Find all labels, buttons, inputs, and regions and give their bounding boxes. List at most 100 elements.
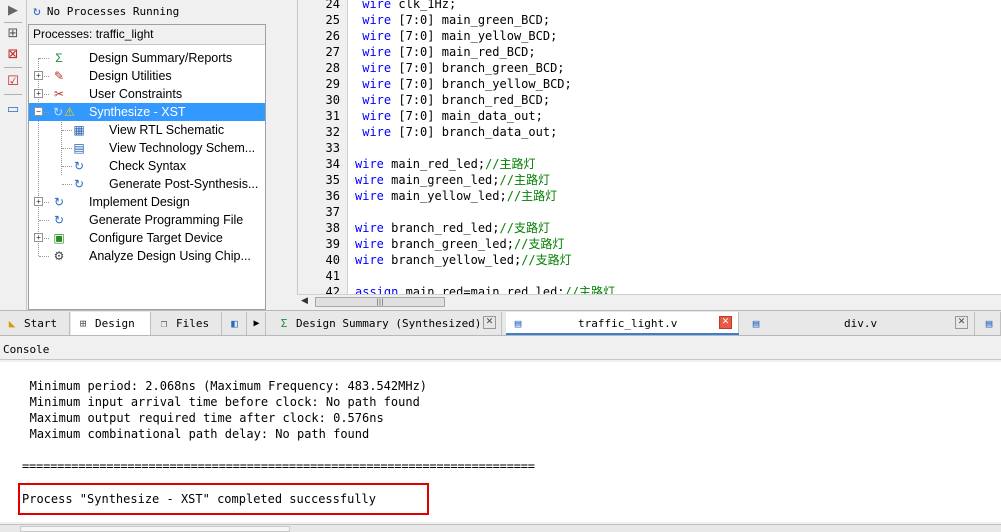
process-item-label: Implement Design [89, 195, 190, 209]
process-item[interactable]: + ▣ Configure Target Device [29, 229, 265, 247]
process-item[interactable]: ⚙ Analyze Design Using Chip... [29, 247, 265, 265]
process-item[interactable]: ▦ View RTL Schematic [29, 121, 265, 139]
line-number: 29 [325, 77, 340, 91]
code-line[interactable]: wire branch_yellow_led;//支路灯 [355, 252, 572, 268]
code-line[interactable]: wire [7:0] branch_red_BCD; [355, 92, 550, 108]
expand-icon[interactable]: + [34, 233, 43, 242]
tab-start[interactable]: ◣ Start [0, 312, 70, 335]
editor-horizontal-scrollbar[interactable]: ◀ ||| [297, 294, 1001, 308]
tab-overflow[interactable]: ◧ [223, 312, 247, 335]
code-text: [7:0] main_red_BCD; [391, 45, 536, 59]
code-line[interactable]: wire [7:0] main_data_out; [355, 108, 543, 124]
tab-traffic-light[interactable]: ▤ traffic_light.v [506, 312, 739, 335]
expand-icon[interactable]: + [34, 197, 43, 206]
process-item[interactable]: + ✎ Design Utilities [29, 67, 265, 85]
window-icon[interactable]: ▭ [4, 100, 22, 118]
line-number: 30 [325, 93, 340, 107]
code-line[interactable]: wire [7:0] branch_green_BCD; [355, 60, 564, 76]
active-tab-indicator [506, 333, 739, 335]
line-number: 40 [325, 253, 340, 267]
console-header: Console [0, 342, 1001, 360]
code-line[interactable]: wire [7:0] main_green_BCD; [355, 12, 550, 28]
refresh-icon: ↻ [53, 195, 65, 209]
code-line[interactable]: wire [7:0] main_yellow_BCD; [355, 28, 557, 44]
code-line[interactable]: wire [7:0] main_red_BCD; [355, 44, 536, 60]
vertical-toolbar: ▶ ⊞ ⊠ ☑ ▭ [0, 0, 27, 310]
hierarchy-icon[interactable]: ⊞ [4, 24, 22, 42]
tab-design-label: Design [95, 317, 135, 330]
code-comment: //支路灯 [521, 253, 572, 267]
code-line[interactable]: wire clk_1Hz; [355, 0, 456, 12]
code-comment: //支路灯 [499, 221, 550, 235]
expand-icon[interactable]: + [34, 71, 43, 80]
code-line[interactable]: wire main_yellow_led;//主路灯 [355, 188, 557, 204]
expand-icon[interactable]: + [34, 89, 43, 98]
process-item-label: Check Syntax [109, 159, 187, 173]
code-text: [7:0] main_yellow_BCD; [391, 29, 558, 43]
close-traffic-light-icon[interactable]: ✕ [719, 316, 732, 329]
tab-more[interactable]: ▤ [978, 312, 1001, 335]
tab-div[interactable]: ▤ div.v [744, 312, 975, 335]
scrollbar-thumb[interactable] [20, 526, 290, 532]
process-item-label: Design Utilities [89, 69, 172, 83]
tabs-bar: ◣ Start ⊞ Design ❐ Files ◧ ▶ Σ Design Su… [0, 310, 1001, 336]
scrollbar-thumb[interactable]: ||| [315, 297, 445, 307]
code-text: main_red_led; [383, 157, 486, 171]
remove-hierarchy-icon[interactable]: ⊠ [4, 45, 22, 63]
code-line[interactable]: wire main_red_led;//主路灯 [355, 156, 536, 172]
process-item-label: Design Summary/Reports [89, 51, 233, 65]
close-design-summary-icon[interactable]: ✕ [483, 316, 496, 329]
toolbar-separator [4, 22, 22, 23]
process-item-label: Generate Programming File [89, 213, 244, 227]
code-keyword: wire [362, 45, 392, 59]
process-item-label: Configure Target Device [89, 231, 223, 245]
process-item[interactable]: Σ Design Summary/Reports [29, 49, 265, 67]
line-number: 28 [325, 61, 340, 75]
code-keyword: wire [355, 253, 384, 267]
tools-icon: ✎ [53, 69, 65, 83]
code-line[interactable]: wire [7:0] branch_data_out; [355, 124, 557, 140]
play-icon[interactable]: ▶ [4, 1, 22, 19]
tab-files[interactable]: ❐ Files [152, 312, 222, 335]
line-number: 37 [325, 205, 340, 219]
process-item[interactable]: ▤ View Technology Schem... [29, 139, 265, 157]
process-item[interactable]: ↻ Generate Programming File [29, 211, 265, 229]
code-line[interactable]: wire branch_green_led;//支路灯 [355, 236, 564, 252]
refresh-icon: ↻ [33, 3, 41, 19]
code-text: [7:0] main_data_out; [391, 109, 543, 123]
console-line: Maximum combinational path delay: No pat… [8, 427, 370, 441]
code-line[interactable]: wire main_green_led;//主路灯 [355, 172, 550, 188]
tab-design[interactable]: ⊞ Design [71, 312, 151, 335]
code-line[interactable]: wire branch_red_led;//支路灯 [355, 220, 550, 236]
code-text: branch_green_led; [383, 237, 514, 251]
code-keyword: wire [355, 189, 384, 203]
tab-design-summary[interactable]: Σ Design Summary (Synthesized) [272, 312, 502, 335]
libraries-icon: ◧ [231, 317, 238, 330]
check-list-icon[interactable]: ☑ [4, 72, 22, 90]
tree-connector [39, 256, 49, 257]
scroll-left-icon[interactable]: ◀ [301, 296, 308, 306]
collapse-icon[interactable]: − [34, 107, 43, 116]
line-number: 34 [325, 157, 340, 171]
code-comment: //支路灯 [513, 237, 565, 251]
refresh-icon: ↻ [73, 159, 85, 173]
file-icon: ▤ [985, 317, 993, 330]
code-line[interactable]: wire [7:0] branch_yellow_BCD; [355, 76, 572, 92]
close-div-icon[interactable]: ✕ [955, 316, 968, 329]
code-text: branch_red_led; [383, 221, 500, 235]
process-item[interactable]: + ✂ User Constraints [29, 85, 265, 103]
process-item[interactable]: ↻ Generate Post-Synthesis... [29, 175, 265, 193]
processes-header: Processes: traffic_light [29, 25, 265, 45]
tab-scroll-right[interactable]: ▶ [248, 312, 266, 335]
code-keyword: wire [362, 109, 392, 123]
process-item[interactable]: ↻ Check Syntax [29, 157, 265, 175]
file-icon: ▤ [514, 317, 522, 330]
code-editor[interactable]: 24 wire clk_1Hz; 25 wire [7:0] main_green… [297, 0, 1001, 296]
process-item[interactable]: + ↻ Implement Design [29, 193, 265, 211]
process-item-label: User Constraints [89, 87, 183, 101]
console-output[interactable]: Minimum period: 2.068ns (Maximum Frequen… [0, 362, 1001, 522]
code-text: [7:0] branch_red_BCD; [391, 93, 551, 107]
toolbar-separator [4, 94, 22, 95]
console-horizontal-scrollbar[interactable] [0, 524, 1001, 532]
process-item[interactable]: − ↻ ⚠ Synthesize - XST [29, 103, 265, 121]
